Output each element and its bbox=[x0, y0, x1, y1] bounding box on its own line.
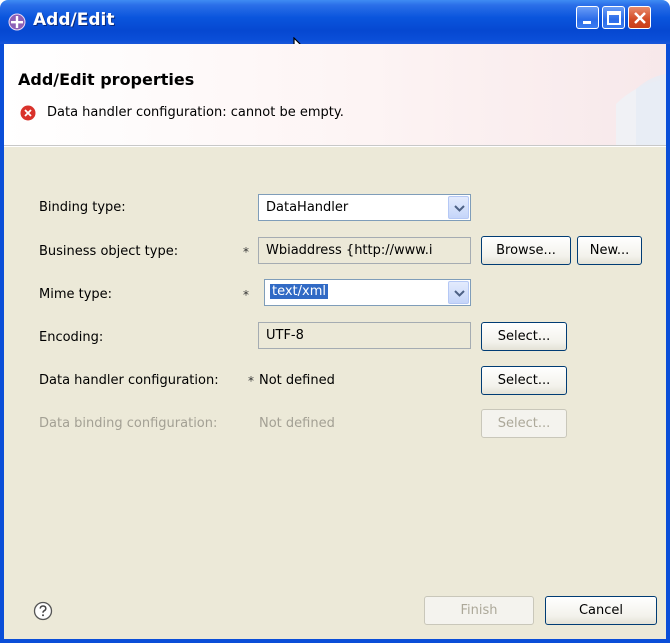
binding-type-dropdown[interactable]: DataHandler bbox=[258, 194, 471, 221]
required-marker: * bbox=[243, 245, 249, 259]
data-binding-configuration-value: Not defined bbox=[259, 416, 335, 431]
data-handler-select-button[interactable]: Select... bbox=[481, 366, 567, 395]
business-object-type-value: Wbiaddress {http://www.i bbox=[266, 243, 433, 258]
data-binding-configuration-label: Data binding configuration: bbox=[39, 416, 218, 431]
banner-graphic bbox=[616, 74, 666, 145]
binding-type-value: DataHandler bbox=[266, 200, 349, 215]
title-bar[interactable]: Add/Edit bbox=[0, 0, 670, 44]
help-icon[interactable] bbox=[33, 601, 53, 621]
minimize-icon bbox=[583, 21, 591, 24]
eclipse-plugin-icon bbox=[8, 13, 26, 31]
business-object-type-field: Wbiaddress {http://www.i bbox=[258, 237, 471, 264]
browse-button[interactable]: Browse... bbox=[481, 236, 571, 265]
mime-type-dropdown-button[interactable] bbox=[448, 281, 469, 304]
mime-type-value[interactable]: text/xml bbox=[270, 284, 329, 299]
close-icon bbox=[634, 12, 646, 24]
mime-type-label: Mime type: bbox=[39, 287, 113, 302]
mime-type-dropdown[interactable]: text/xml bbox=[264, 279, 471, 306]
encoding-value: UTF-8 bbox=[266, 328, 304, 343]
window-frame-right bbox=[666, 44, 670, 643]
window-title: Add/Edit bbox=[33, 10, 115, 30]
maximize-icon bbox=[607, 11, 621, 25]
chevron-down-icon bbox=[454, 205, 465, 212]
minimize-button[interactable] bbox=[576, 6, 599, 29]
maximize-button[interactable] bbox=[602, 6, 625, 29]
encoding-label: Encoding: bbox=[39, 330, 104, 345]
encoding-field: UTF-8 bbox=[258, 322, 471, 349]
data-binding-select-button[interactable]: Select... bbox=[481, 409, 567, 438]
window-frame-bottom bbox=[0, 639, 670, 643]
required-marker: * bbox=[248, 374, 254, 388]
page-title: Add/Edit properties bbox=[18, 70, 195, 89]
cancel-button[interactable]: Cancel bbox=[545, 596, 657, 625]
error-icon bbox=[20, 105, 36, 121]
binding-type-dropdown-button[interactable] bbox=[448, 196, 469, 219]
header-banner: Add/Edit properties Data handler configu… bbox=[4, 44, 666, 146]
data-handler-configuration-value: Not defined bbox=[259, 373, 335, 388]
required-marker: * bbox=[243, 288, 249, 302]
data-handler-configuration-label: Data handler configuration: bbox=[39, 373, 219, 388]
finish-button[interactable]: Finish bbox=[424, 596, 534, 625]
error-message: Data handler configuration: cannot be em… bbox=[47, 105, 344, 120]
encoding-select-button[interactable]: Select... bbox=[481, 322, 567, 351]
close-button[interactable] bbox=[628, 6, 651, 29]
chevron-down-icon bbox=[454, 290, 465, 297]
business-object-type-label: Business object type: bbox=[39, 244, 179, 259]
binding-type-label: Binding type: bbox=[39, 200, 126, 215]
new-button[interactable]: New... bbox=[577, 236, 642, 265]
